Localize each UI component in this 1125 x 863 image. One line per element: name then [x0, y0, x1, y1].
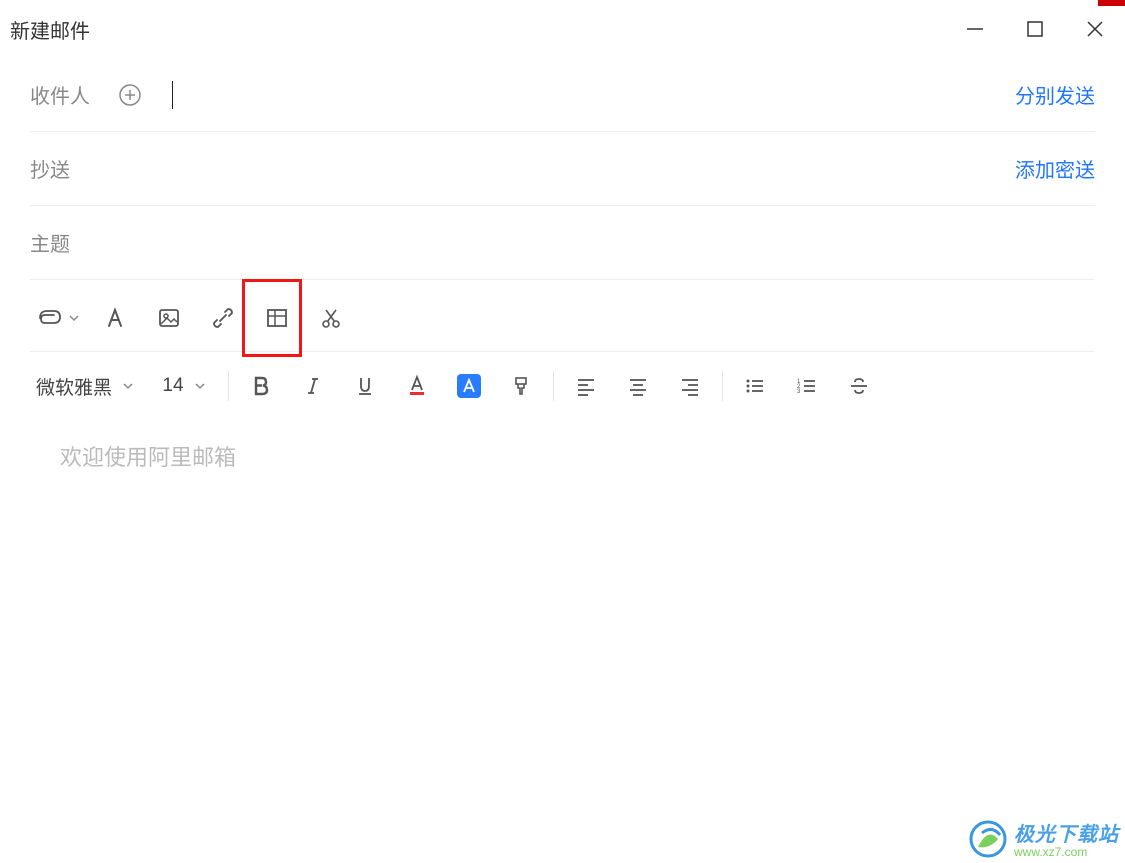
recipient-row: 收件人 分别发送: [30, 58, 1095, 132]
chevron-down-icon: [194, 380, 206, 392]
ordered-list-button[interactable]: 123: [781, 364, 833, 408]
separator: [228, 371, 229, 401]
insert-link-button[interactable]: [196, 296, 250, 340]
separator: [722, 371, 723, 401]
close-button[interactable]: [1065, 0, 1125, 58]
chevron-down-icon: [122, 380, 134, 392]
align-center-button[interactable]: [612, 364, 664, 408]
window-controls: [945, 0, 1125, 58]
highlight-color-button[interactable]: [443, 364, 495, 408]
font-family-select[interactable]: 微软雅黑: [30, 373, 146, 400]
titlebar: 新建邮件: [0, 0, 1125, 58]
watermark-logo-icon: [968, 819, 1008, 859]
editor-placeholder: 欢迎使用阿里邮箱: [60, 445, 236, 470]
underline-button[interactable]: [339, 364, 391, 408]
format-painter-button[interactable]: [495, 364, 547, 408]
unordered-list-button[interactable]: [729, 364, 781, 408]
font-family-value: 微软雅黑: [36, 373, 112, 400]
watermark-title: 极光下载站: [1014, 824, 1119, 846]
editor-body[interactable]: 欢迎使用阿里邮箱: [30, 416, 1095, 496]
font-size-select[interactable]: 14: [146, 375, 222, 397]
maximize-button[interactable]: [1005, 0, 1065, 58]
watermark-url: www.xz7.com: [1014, 845, 1119, 859]
cc-label: 抄送: [30, 154, 100, 183]
subject-row[interactable]: 主题: [30, 206, 1095, 280]
recipient-input-cursor[interactable]: [172, 81, 173, 109]
align-left-button[interactable]: [560, 364, 612, 408]
font-size-value: 14: [162, 375, 183, 397]
font-style-button[interactable]: [88, 296, 142, 340]
attachment-button[interactable]: [30, 296, 88, 340]
send-separately-link[interactable]: 分别发送: [1015, 80, 1095, 109]
cc-row: 抄送 添加密送: [30, 132, 1095, 206]
font-color-button[interactable]: [391, 364, 443, 408]
add-bcc-link[interactable]: 添加密送: [1015, 154, 1095, 183]
insert-table-button[interactable]: [250, 296, 304, 340]
add-recipient-icon[interactable]: [118, 83, 142, 107]
bold-button[interactable]: [235, 364, 287, 408]
minimize-button[interactable]: [945, 0, 1005, 58]
svg-text:3: 3: [797, 389, 801, 395]
insert-image-button[interactable]: [142, 296, 196, 340]
strikethrough-button[interactable]: [833, 364, 885, 408]
separator: [553, 371, 554, 401]
italic-button[interactable]: [287, 364, 339, 408]
window-title: 新建邮件: [8, 15, 90, 44]
format-toolbar: 微软雅黑 14: [30, 352, 1095, 416]
align-right-button[interactable]: [664, 364, 716, 408]
subject-label: 主题: [30, 228, 100, 257]
insert-toolbar: [30, 280, 1095, 352]
watermark: 极光下载站 www.xz7.com: [968, 818, 1119, 859]
recipient-label: 收件人: [30, 80, 100, 109]
cut-button[interactable]: [304, 296, 358, 340]
chevron-down-icon: [68, 312, 80, 324]
